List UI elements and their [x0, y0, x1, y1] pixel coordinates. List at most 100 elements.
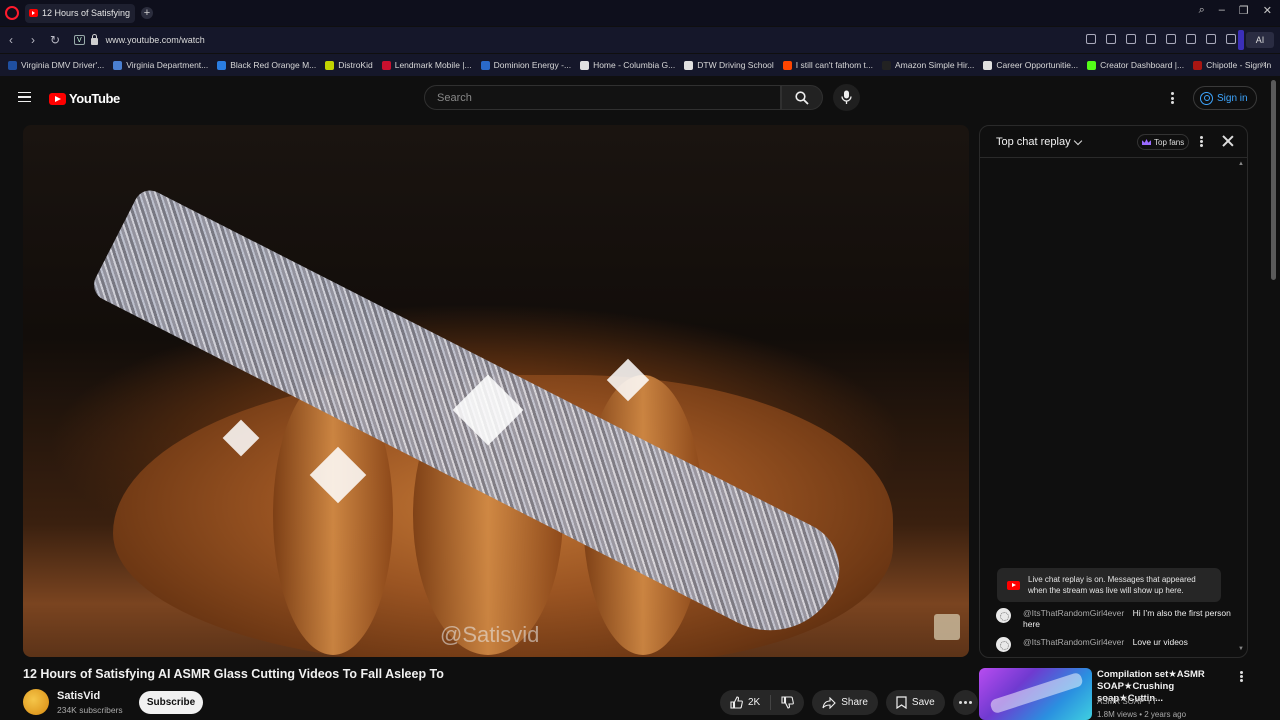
camera-icon[interactable] — [1106, 34, 1116, 44]
like-count: 2K — [748, 697, 761, 708]
chat-avatar[interactable] — [996, 608, 1011, 623]
save-button[interactable]: Save — [885, 690, 945, 715]
bookmark-favicon-icon — [8, 60, 17, 70]
subscribe-button[interactable]: Subscribe — [139, 691, 203, 714]
related-video-channel[interactable]: ASMR SOAP YT — [1097, 697, 1157, 706]
chat-options-icon[interactable] — [1200, 136, 1203, 147]
bookmark-item[interactable]: Career Opportunitie... — [983, 60, 1078, 70]
vpn-badge[interactable]: V — [74, 35, 85, 45]
ai-button[interactable]: AI — [1246, 32, 1274, 48]
window-controls: ⌕ – ❐ ✕ — [1199, 4, 1272, 17]
related-video-thumbnail[interactable] — [979, 668, 1092, 720]
minimize-icon[interactable]: – — [1219, 4, 1225, 17]
related-video-menu-icon[interactable] — [1240, 671, 1243, 682]
tab-search-icon[interactable]: ⌕ — [1199, 4, 1205, 17]
bookmark-item[interactable]: DTW Driving School — [684, 60, 774, 70]
opera-logo-icon[interactable] — [5, 6, 19, 20]
search-button[interactable] — [781, 85, 823, 110]
address-bar-actions — [1086, 34, 1236, 44]
share-button[interactable]: Share — [812, 690, 878, 715]
shield-icon[interactable] — [1126, 34, 1136, 44]
like-button[interactable]: 2K — [720, 690, 770, 715]
chat-message: @ItsThatRandomGirl4ever Love ur videos — [996, 637, 1231, 652]
bookmark-label: Career Opportunitie... — [996, 60, 1079, 70]
top-fans-button[interactable]: Top fans — [1137, 134, 1190, 150]
channel-branding-icon[interactable] — [934, 614, 960, 640]
settings-kebab-icon[interactable] — [1171, 92, 1175, 104]
channel-name[interactable]: SatisVid — [57, 690, 100, 702]
dislike-button[interactable] — [771, 690, 804, 715]
more-actions-button[interactable] — [952, 690, 978, 715]
bookmark-label: Amazon Simple Hir... — [895, 60, 975, 70]
bookmark-label: Lendmark Mobile |... — [394, 60, 472, 70]
video-watermark: @Satisvid — [440, 622, 540, 647]
thumbs-up-icon — [730, 696, 743, 709]
sign-in-button[interactable]: Sign in — [1193, 86, 1257, 110]
youtube-logo-text: YouTube — [69, 91, 120, 106]
bookmark-label: Virginia Department... — [126, 60, 209, 70]
bookmark-item[interactable]: Virginia DMV Driver'... — [8, 60, 104, 70]
heart-icon[interactable] — [1166, 34, 1176, 44]
bookmark-favicon-icon — [782, 60, 792, 70]
bookmark-item[interactable]: I still can't fathom t... — [782, 60, 873, 70]
video-title: 12 Hours of Satisfying AI ASMR Glass Cut… — [23, 667, 444, 681]
microphone-icon — [841, 90, 852, 104]
forward-icon[interactable]: › — [22, 33, 44, 47]
search-icon — [795, 91, 809, 105]
address-bar: ‹ › ↻ V www.youtube.com/watch AI — [0, 27, 1280, 53]
chat-avatar[interactable] — [996, 637, 1011, 652]
guide-menu-icon[interactable] — [18, 92, 31, 102]
account-icon — [1200, 91, 1213, 105]
page-scrollbar[interactable] — [1271, 80, 1276, 280]
reload-icon[interactable]: ↻ — [44, 33, 66, 47]
close-chat-icon[interactable] — [1222, 135, 1234, 147]
browser-tab-active[interactable]: 12 Hours of Satisfying — [25, 3, 135, 23]
video-actions: 2K Share Save — [720, 690, 978, 715]
url-field[interactable]: www.youtube.com/watch — [106, 35, 205, 45]
channel-avatar[interactable] — [23, 689, 49, 715]
bookmarks-overflow-icon[interactable]: » — [1260, 59, 1266, 70]
bookmark-item[interactable]: Home - Columbia G... — [580, 60, 675, 70]
bookmark-label: Dominion Energy -... — [493, 60, 572, 70]
bookmark-item[interactable]: Virginia Department... — [113, 60, 208, 70]
bookmark-favicon-icon — [580, 60, 590, 70]
share-icon — [822, 696, 837, 709]
youtube-logo[interactable]: YouTube — [49, 91, 120, 106]
chat-mode-dropdown[interactable]: Top chat replay — [996, 136, 1082, 148]
close-window-icon[interactable]: ✕ — [1263, 4, 1272, 17]
chat-text: Love ur videos — [1132, 637, 1188, 647]
bookmark-favicon-icon — [480, 60, 490, 70]
player-icon[interactable] — [1146, 34, 1156, 44]
bookmark-item[interactable]: Dominion Energy -... — [480, 60, 572, 70]
profile-icon[interactable] — [1226, 34, 1236, 44]
chat-scroll-up-icon[interactable]: ▲ — [1238, 161, 1244, 167]
top-fans-label: Top fans — [1154, 137, 1185, 147]
bookmark-item[interactable]: Amazon Simple Hir... — [882, 60, 974, 70]
menu-icon[interactable] — [1206, 34, 1216, 44]
search-input[interactable] — [425, 86, 780, 109]
video-player[interactable]: @Satisvid — [23, 125, 969, 657]
browser-tabbar: 12 Hours of Satisfying + ⌕ – ❐ ✕ — [0, 0, 1280, 26]
chat-author[interactable]: @ItsThatRandomGirl4ever — [1023, 637, 1124, 647]
download-icon[interactable] — [1186, 34, 1196, 44]
lock-icon[interactable] — [90, 33, 98, 45]
search-box — [424, 85, 781, 110]
save-label: Save — [911, 697, 935, 708]
bookmark-item[interactable]: Creator Dashboard |... — [1087, 60, 1184, 70]
sign-in-label: Sign in — [1217, 92, 1248, 104]
bookmark-item[interactable]: DistroKid — [325, 60, 373, 70]
chat-replay-notice: Live chat replay is on. Messages that ap… — [997, 568, 1221, 602]
voice-search-button[interactable] — [833, 84, 860, 111]
chat-scroll-down-icon[interactable]: ▼ — [1238, 646, 1244, 652]
bookmark-favicon-icon — [983, 60, 993, 70]
youtube-icon — [1007, 580, 1020, 590]
bookmark-favicon-icon — [1193, 60, 1203, 70]
bookmark-item[interactable]: Black Red Orange M... — [217, 60, 316, 70]
share-label: Share — [841, 697, 868, 708]
back-icon[interactable]: ‹ — [0, 33, 22, 47]
maximize-icon[interactable]: ❐ — [1239, 4, 1249, 17]
new-tab-button[interactable]: + — [141, 7, 153, 19]
bookmark-item[interactable]: Lendmark Mobile |... — [381, 60, 472, 70]
edit-icon[interactable] — [1086, 34, 1096, 44]
chat-author[interactable]: @ItsThatRandomGirl4ever — [1023, 608, 1124, 618]
